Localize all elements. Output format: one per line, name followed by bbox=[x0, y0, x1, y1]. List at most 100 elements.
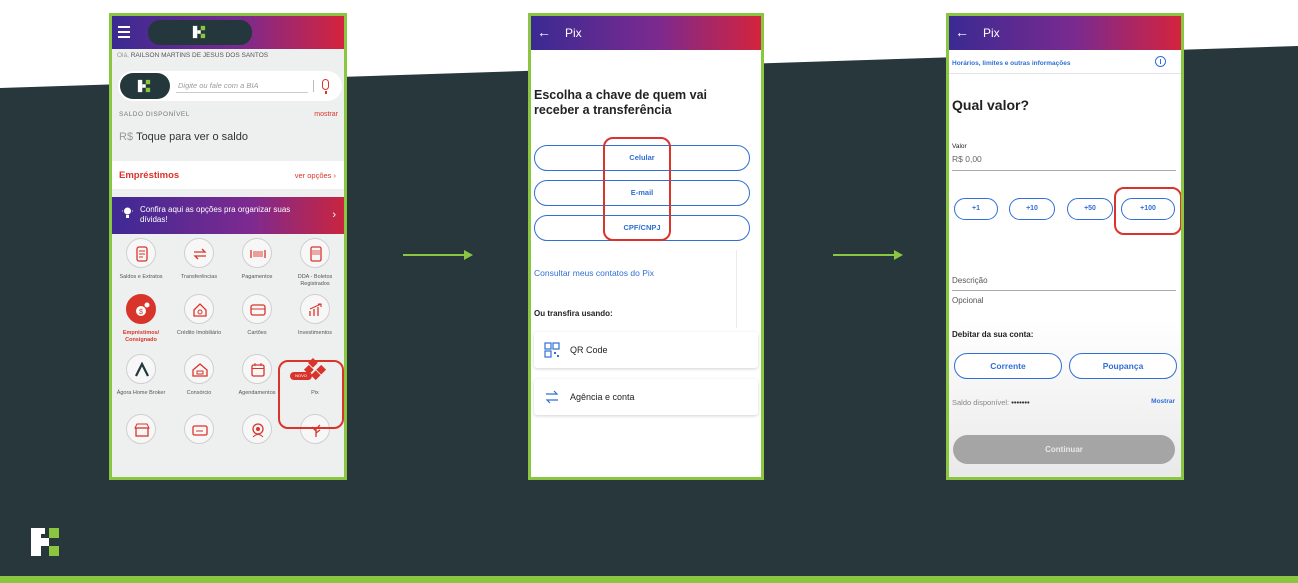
saldo-label: SALDO DISPONÍVEL bbox=[119, 111, 190, 118]
grid-item-pagamentos[interactable]: Pagamentos bbox=[228, 238, 286, 281]
grid-item-consorcio[interactable]: Consórcio bbox=[170, 354, 228, 397]
phone-pix-key-screen: ← Pix Escolha a chave de quem vai recebe… bbox=[528, 13, 764, 480]
grid-item-investimentos[interactable]: Investimentos bbox=[286, 294, 344, 337]
balance-masked: ••••••• bbox=[1011, 398, 1030, 407]
boleto-icon bbox=[300, 238, 330, 268]
grid-label: Consórcio bbox=[186, 390, 212, 396]
highlight-box-keys bbox=[603, 137, 671, 241]
store-icon bbox=[126, 414, 156, 444]
bottom-green-bar bbox=[0, 576, 1298, 583]
statement-icon bbox=[126, 238, 156, 268]
grid-label: Pagamentos bbox=[241, 274, 273, 280]
screen-heading: Escolha a chave de quem vai receber a tr… bbox=[534, 88, 707, 117]
house-icon bbox=[184, 294, 214, 324]
brand-logo-icon bbox=[31, 528, 59, 556]
balance-label: Saldo disponível: bbox=[952, 398, 1010, 407]
brand-logo-icon bbox=[192, 25, 206, 39]
banner-text: Confira aqui as opções pra organizar sua… bbox=[140, 205, 291, 224]
search-input[interactable]: Digite ou fale com a BIA bbox=[178, 81, 258, 90]
divider-line bbox=[949, 73, 1181, 74]
search-bar[interactable]: Digite ou fale com a BIA bbox=[118, 71, 342, 101]
account-poupanca-button[interactable]: Poupança bbox=[1069, 353, 1177, 379]
agencia-conta-option[interactable]: Agência e conta bbox=[534, 379, 758, 415]
quick-amount-plus-10[interactable]: +10 bbox=[1009, 198, 1055, 220]
emprestimos-link-label: ver opções bbox=[294, 171, 332, 180]
description-label: Descrição bbox=[952, 276, 988, 285]
grid-label: Saldos e Extratos bbox=[119, 274, 163, 280]
contacts-link[interactable]: Consultar meus contatos do Pix bbox=[534, 268, 654, 278]
grid-item-store[interactable] bbox=[112, 414, 170, 444]
grid-item-document[interactable] bbox=[170, 414, 228, 444]
agora-icon bbox=[126, 354, 156, 384]
page-title: Pix bbox=[983, 26, 1000, 40]
balance-prompt: Toque para ver o saldo bbox=[136, 131, 248, 143]
card-icon bbox=[242, 294, 272, 324]
emprestimos-link[interactable]: ver opções › bbox=[295, 171, 336, 180]
grid-item-saldos[interactable]: Saldos e Extratos bbox=[112, 238, 170, 281]
chevron-right-icon: › bbox=[332, 209, 336, 221]
alt-methods-label: Ou transfira usando: bbox=[534, 309, 613, 318]
page-title: Pix bbox=[565, 26, 582, 40]
debt-banner[interactable]: Confira aqui as opções pra organizar sua… bbox=[112, 197, 344, 234]
quick-amount-plus-50[interactable]: +50 bbox=[1067, 198, 1113, 220]
agencia-conta-label: Agência e conta bbox=[570, 392, 635, 402]
quick-amount-plus-1[interactable]: +1 bbox=[954, 198, 998, 220]
lightbulb-icon bbox=[122, 207, 133, 218]
available-balance: Saldo disponível: ••••••• bbox=[952, 398, 1030, 407]
qr-code-option[interactable]: QR Code bbox=[534, 332, 758, 368]
microphone-icon[interactable] bbox=[322, 79, 329, 90]
search-underline bbox=[176, 92, 308, 93]
grid-label: Cartões bbox=[247, 330, 267, 336]
bia-button[interactable] bbox=[120, 73, 170, 99]
divider-line bbox=[736, 250, 737, 328]
grid-label: Empréstimos/ Consignado bbox=[122, 330, 160, 343]
flow-arrow-2 bbox=[833, 250, 903, 260]
continue-button[interactable]: Continuar bbox=[953, 435, 1175, 464]
svg-text:$: $ bbox=[139, 309, 143, 316]
qr-code-icon bbox=[544, 342, 560, 358]
description-input[interactable]: Opcional bbox=[952, 296, 984, 305]
grid-item-transferencias[interactable]: Transferências bbox=[170, 238, 228, 281]
emprestimos-title: Empréstimos bbox=[119, 170, 180, 181]
app-header bbox=[112, 16, 344, 49]
search-separator bbox=[313, 80, 314, 92]
screen-heading: Qual valor? bbox=[952, 97, 1030, 113]
support-icon bbox=[242, 414, 272, 444]
amount-input[interactable]: R$ 0,00 bbox=[952, 154, 982, 164]
app-header: ← Pix bbox=[531, 16, 761, 50]
grid-label: Crédito Imobiliário bbox=[176, 330, 222, 336]
amount-underline bbox=[952, 170, 1176, 171]
menu-icon[interactable] bbox=[118, 26, 130, 41]
greeting: Olá, RAILSON MARTINS DE JESUS DOS SANTOS bbox=[112, 49, 344, 62]
microphone-stand bbox=[325, 91, 327, 94]
transfer-icon bbox=[545, 390, 559, 404]
grid-item-dda[interactable]: DDA - Boletos Registrados bbox=[286, 238, 344, 288]
clock-icon[interactable] bbox=[1155, 56, 1166, 67]
highlight-box-plus-100 bbox=[1114, 187, 1181, 235]
emprestimos-row[interactable]: Empréstimos ver opções › bbox=[112, 161, 344, 189]
description-underline bbox=[952, 290, 1176, 291]
highlight-box-pix bbox=[278, 360, 344, 429]
document-icon bbox=[184, 414, 214, 444]
grid-item-emprestimos[interactable]: $ Empréstimos/ Consignado bbox=[112, 294, 170, 344]
balance-tap-area[interactable]: R$ Toque para ver o saldo bbox=[119, 131, 248, 143]
amount-label: Valor bbox=[952, 143, 967, 150]
account-corrente-button[interactable]: Corrente bbox=[954, 353, 1062, 379]
grid-item-credito-imobiliario[interactable]: Crédito Imobiliário bbox=[170, 294, 228, 337]
chart-up-icon bbox=[300, 294, 330, 324]
grid-label: Transferências bbox=[180, 274, 218, 280]
back-arrow-icon[interactable]: ← bbox=[537, 24, 551, 40]
user-name: RAILSON MARTINS DE JESUS DOS SANTOS bbox=[130, 52, 269, 59]
grid-item-cartoes[interactable]: Cartões bbox=[228, 294, 286, 337]
show-balance-link[interactable]: Mostrar bbox=[1151, 398, 1175, 405]
grid-label: Ágora Home Broker bbox=[116, 390, 166, 396]
grid-item-agora[interactable]: Ágora Home Broker bbox=[112, 354, 170, 397]
qr-code-label: QR Code bbox=[570, 345, 608, 355]
debit-label: Debitar da sua conta: bbox=[952, 330, 1034, 339]
info-link[interactable]: Horários, limites e outras informações bbox=[952, 60, 1070, 67]
greeting-prefix: Olá, bbox=[117, 52, 129, 59]
phone-pix-amount-screen: ← Pix Horários, limites e outras informa… bbox=[946, 13, 1184, 480]
show-balance-link[interactable]: mostrar bbox=[314, 111, 338, 118]
header-logo bbox=[148, 20, 252, 45]
back-arrow-icon[interactable]: ← bbox=[955, 24, 969, 40]
